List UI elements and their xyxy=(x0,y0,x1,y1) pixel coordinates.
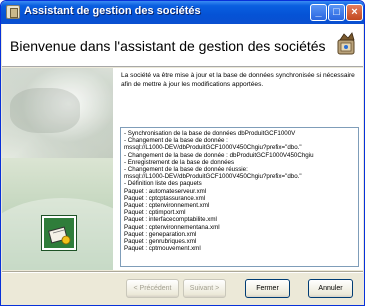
log-line: - Changement de la base de donnée : xyxy=(124,137,228,145)
intro-text: La société va être mise à jour et la bas… xyxy=(121,72,355,88)
wizard-content: La société va être mise à jour et la bas… xyxy=(113,68,363,270)
close-window-button[interactable]: × xyxy=(346,4,363,21)
log-box[interactable]: - Synchronisation de la base de données … xyxy=(120,127,359,267)
log-line: mssql://L1000-DEV/dbProduitGCF1000V450Ch… xyxy=(124,173,302,181)
log-line: Paquet : interfacecomptabilite.xml xyxy=(124,216,217,224)
log-line: Paquet : cptmouvement.xml xyxy=(124,245,201,253)
log-list: - Synchronisation de la base de données … xyxy=(121,128,358,254)
footer-divider xyxy=(2,271,363,273)
minimize-button[interactable]: _ xyxy=(310,4,327,21)
title-bar[interactable]: Assistant de gestion des sociétés _ □ × xyxy=(1,1,364,24)
log-line: - Enregistrement de la base de données xyxy=(124,158,235,166)
app-icon xyxy=(6,5,20,19)
window-title: Assistant de gestion des sociétés xyxy=(24,5,201,17)
log-line: Paquet : geneparation.xml xyxy=(124,230,197,238)
log-line: Paquet : automateserveur.xml xyxy=(124,187,207,195)
maximize-button[interactable]: □ xyxy=(328,4,345,21)
log-line: Paquet : cptimport.xml xyxy=(124,209,186,217)
log-line: Paquet : cptcptassurance.xml xyxy=(124,194,206,202)
log-line: - Changement de la base de donnée réussi… xyxy=(124,166,248,174)
cancel-button[interactable]: Annuler xyxy=(308,279,353,298)
banner-photo xyxy=(2,68,113,158)
previous-button[interactable]: < Précédent xyxy=(126,279,179,298)
log-line: mssql://L1000-DEV/dbProduitGCF1000V450Ch… xyxy=(124,144,302,152)
page-title: Bienvenue dans l'assistant de gestion de… xyxy=(10,38,326,54)
log-line: Paquet : cptenvironnement.xml xyxy=(124,202,210,210)
side-banner xyxy=(2,68,113,270)
wizard-icon xyxy=(337,32,355,55)
log-line: Paquet : cptenvironnementana.xml xyxy=(124,223,220,231)
next-button[interactable]: Suivant > xyxy=(183,279,226,298)
log-line: - Synchronisation de la base de données … xyxy=(124,130,296,137)
log-line: - Définition liste des paquets xyxy=(124,180,202,188)
wizard-header: Bienvenue dans l'assistant de gestion de… xyxy=(2,24,363,67)
close-button[interactable]: Fermer xyxy=(245,279,290,298)
log-line: Paquet : genrubriques.xml xyxy=(124,238,197,246)
company-icon xyxy=(42,216,76,250)
wizard-window: Assistant de gestion des sociétés _ □ × … xyxy=(0,0,365,306)
log-line: - Changement de la base de donnée : dbPr… xyxy=(124,151,314,159)
